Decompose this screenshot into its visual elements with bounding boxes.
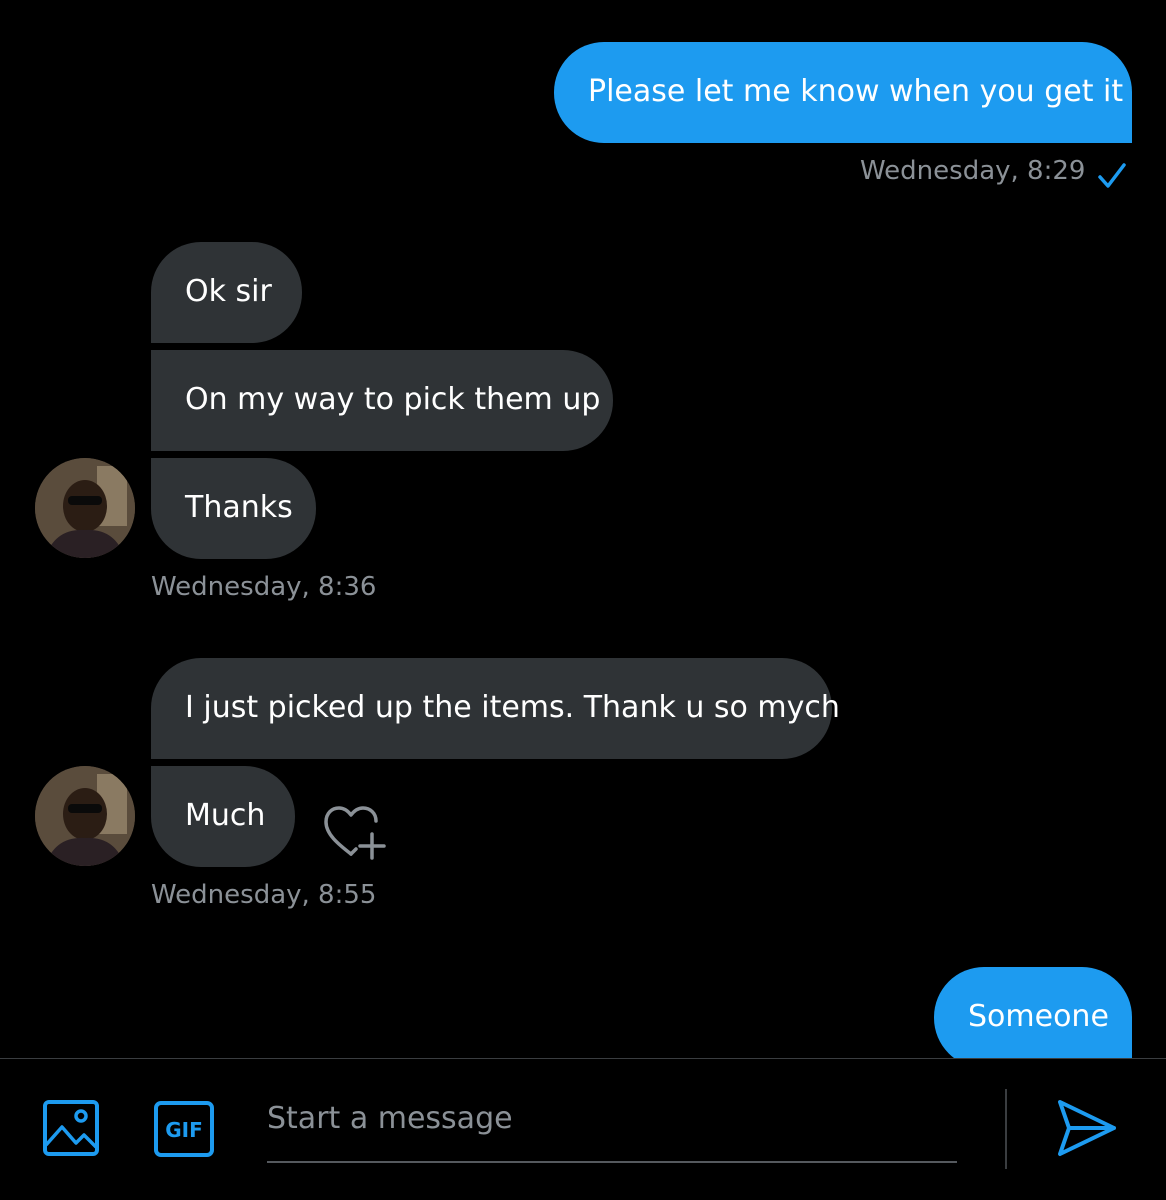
composer-divider bbox=[1005, 1089, 1007, 1169]
message-timestamp: Wednesday, 8:29 bbox=[860, 156, 1086, 186]
outgoing-message[interactable]: Please let me know when you get it bbox=[554, 42, 1132, 143]
avatar[interactable] bbox=[35, 766, 135, 866]
checkmark-icon bbox=[1096, 162, 1128, 194]
send-icon[interactable] bbox=[1056, 1097, 1118, 1163]
incoming-message[interactable]: On my way to pick them up bbox=[151, 350, 613, 451]
gif-label: GIF bbox=[165, 1118, 203, 1142]
conversation: Please let me know when you get it Wedne… bbox=[0, 0, 1166, 1058]
avatar[interactable] bbox=[35, 458, 135, 558]
incoming-message[interactable]: Much bbox=[151, 766, 295, 867]
outgoing-message[interactable]: Someone bbox=[934, 967, 1132, 1058]
heart-plus-icon[interactable] bbox=[318, 802, 388, 868]
incoming-message[interactable]: I just picked up the items. Thank u so m… bbox=[151, 658, 840, 759]
gif-button[interactable]: GIF bbox=[153, 1100, 215, 1162]
message-input-wrapper bbox=[267, 1083, 957, 1163]
message-input[interactable] bbox=[267, 1083, 957, 1153]
incoming-message[interactable]: Thanks bbox=[151, 458, 316, 559]
message-timestamp: Wednesday, 8:55 bbox=[151, 880, 377, 910]
incoming-message[interactable]: Ok sir bbox=[151, 242, 302, 343]
image-icon[interactable] bbox=[42, 1099, 100, 1161]
message-composer: GIF bbox=[0, 1058, 1166, 1200]
message-timestamp: Wednesday, 8:36 bbox=[151, 572, 377, 602]
